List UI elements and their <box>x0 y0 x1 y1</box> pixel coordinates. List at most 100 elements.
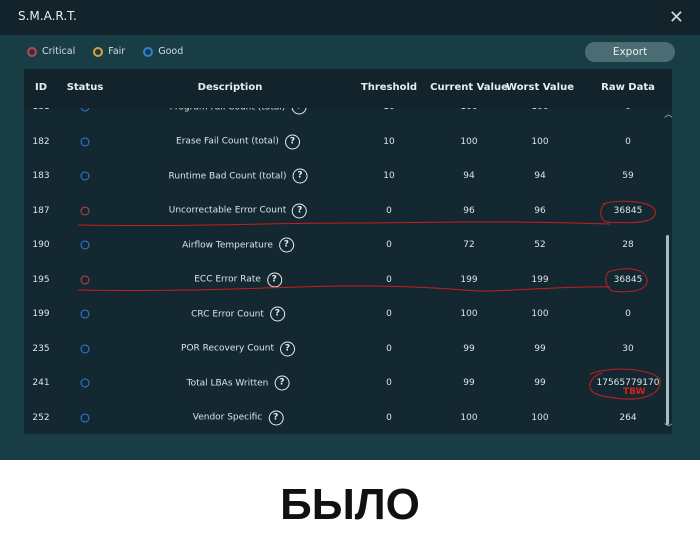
cell-current-value: 100 <box>460 309 478 320</box>
cell-description: Erase Fail Count (total)? <box>176 134 300 150</box>
description-text: ECC Error Rate <box>194 274 261 285</box>
cell-worst-value: 99 <box>534 343 546 354</box>
cell-threshold: 0 <box>386 240 392 251</box>
cell-worst-value: 99 <box>534 378 546 389</box>
caption: БЫЛО <box>280 480 420 529</box>
cell-description: Vendor Specific? <box>192 410 284 426</box>
scroll-up-icon[interactable]: ︿ <box>664 107 672 120</box>
cell-id: 241 <box>32 378 50 389</box>
help-icon[interactable]: ? <box>292 203 308 219</box>
column-header: ID <box>34 82 48 93</box>
table-row[interactable]: 235 POR Recovery Count? 0 99 99 30 <box>24 332 664 367</box>
column-header: Threshold <box>360 82 418 93</box>
cell-raw-data: 0 <box>625 309 631 320</box>
table-row[interactable]: 182 Erase Fail Count (total)? 10 100 100… <box>24 125 664 160</box>
cell-threshold: 0 <box>386 378 392 389</box>
status-critical-icon <box>80 275 90 285</box>
cell-id: 195 <box>32 274 50 285</box>
legend-item-good: Good <box>143 46 183 57</box>
column-header: Current Value <box>430 82 508 93</box>
legend-label: Critical <box>42 46 76 57</box>
cell-worst-value: 100 <box>531 309 549 320</box>
help-icon[interactable]: ? <box>268 410 284 426</box>
status-good-icon <box>80 137 90 147</box>
cell-id: 183 <box>32 171 50 182</box>
help-icon[interactable]: ? <box>266 272 282 288</box>
status-critical-icon <box>80 206 90 216</box>
cell-current-value: 72 <box>463 240 475 251</box>
cell-worst-value: 96 <box>534 205 546 216</box>
window-title: S.M.A.R.T. <box>18 9 77 23</box>
help-icon[interactable]: ? <box>279 341 295 357</box>
cell-raw-data: 36845 <box>613 274 643 285</box>
scrollbar[interactable] <box>666 235 669 425</box>
cell-threshold: 0 <box>386 343 392 354</box>
help-icon[interactable]: ? <box>292 168 308 184</box>
cell-worst-value: 199 <box>531 274 549 285</box>
cell-threshold: 10 <box>383 171 395 182</box>
table-row[interactable]: 252 Vendor Specific? 0 100 100 264 <box>24 401 664 435</box>
table-row[interactable]: 190 Airflow Temperature? 0 72 52 28 <box>24 228 664 263</box>
status-good-icon <box>80 309 90 319</box>
cell-raw-data: 264 <box>619 412 637 423</box>
tbw-annotation: TBW <box>623 387 646 397</box>
table-row[interactable]: 199 CRC Error Count? 0 100 100 0 <box>24 297 664 332</box>
cell-threshold: 0 <box>386 274 392 285</box>
help-icon[interactable]: ? <box>278 237 294 253</box>
status-ring-icon <box>27 46 37 57</box>
cell-id: 190 <box>32 240 50 251</box>
cell-description: Uncorrectable Error Count? <box>169 203 308 219</box>
legend-label: Fair <box>108 46 126 57</box>
column-header: Description <box>197 82 263 93</box>
description-text: Runtime Bad Count (total) <box>168 171 287 182</box>
cell-raw-data: 59 <box>622 171 634 182</box>
description-text: Total LBAs Written <box>186 378 269 389</box>
status-good-icon <box>80 171 90 181</box>
close-icon[interactable]: ✕ <box>669 7 684 28</box>
table-row[interactable]: 187 Uncorrectable Error Count? 0 96 96 3… <box>24 194 664 229</box>
cell-raw-data: 0 <box>625 136 631 147</box>
cell-current-value: 99 <box>463 378 475 389</box>
cell-worst-value: 52 <box>534 240 546 251</box>
cell-current-value: 99 <box>463 343 475 354</box>
status-ring-icon <box>93 46 104 57</box>
status-legend: Critical Fair Good <box>27 46 183 57</box>
legend-item-critical: Critical <box>27 46 75 57</box>
legend-item-fair: Fair <box>93 46 125 57</box>
table-row[interactable]: 183 Runtime Bad Count (total)? 10 94 94 … <box>24 159 664 194</box>
cell-id: 199 <box>32 309 50 320</box>
cell-id: 187 <box>32 205 50 216</box>
status-good-icon <box>80 378 90 388</box>
help-icon[interactable]: ? <box>284 134 300 150</box>
help-icon[interactable]: ? <box>269 306 285 322</box>
cell-description: Airflow Temperature? <box>182 237 294 253</box>
table-row[interactable]: 195 ECC Error Rate? 0 199 199 36845 <box>24 263 664 298</box>
cell-current-value: 199 <box>460 274 478 285</box>
description-text: Erase Fail Count (total) <box>176 136 279 147</box>
description-text: POR Recovery Count <box>181 343 274 354</box>
table-row[interactable]: 241 Total LBAs Written? 0 99 99 17565779… <box>24 366 664 401</box>
cell-threshold: 10 <box>383 136 395 147</box>
description-text: Vendor Specific <box>192 412 263 423</box>
cell-id: 252 <box>32 412 50 423</box>
cell-id: 235 <box>32 343 50 354</box>
help-icon[interactable]: ? <box>274 375 290 391</box>
cell-worst-value: 94 <box>534 171 546 182</box>
title-bar: S.M.A.R.T. ✕ <box>0 0 700 35</box>
cell-description: ECC Error Rate? <box>194 272 282 288</box>
status-good-icon <box>80 240 90 250</box>
cell-worst-value: 100 <box>531 136 549 147</box>
cell-threshold: 0 <box>386 205 392 216</box>
scroll-down-icon[interactable]: ﹀ <box>664 421 672 434</box>
cell-description: Runtime Bad Count (total)? <box>168 168 308 184</box>
cell-current-value: 94 <box>463 171 475 182</box>
cell-description: CRC Error Count? <box>191 306 285 322</box>
cell-description: Total LBAs Written? <box>186 375 290 391</box>
cell-current-value: 96 <box>463 205 475 216</box>
smart-window: S.M.A.R.T. ✕ Critical Fair Good Export ID S… <box>0 0 700 460</box>
table-header: ID Status Description Threshold Current Valu… <box>24 69 672 108</box>
description-text: Airflow Temperature <box>182 240 273 251</box>
export-button[interactable]: Export <box>585 42 675 62</box>
column-header: Status <box>66 82 104 93</box>
cell-current-value: 100 <box>460 412 478 423</box>
